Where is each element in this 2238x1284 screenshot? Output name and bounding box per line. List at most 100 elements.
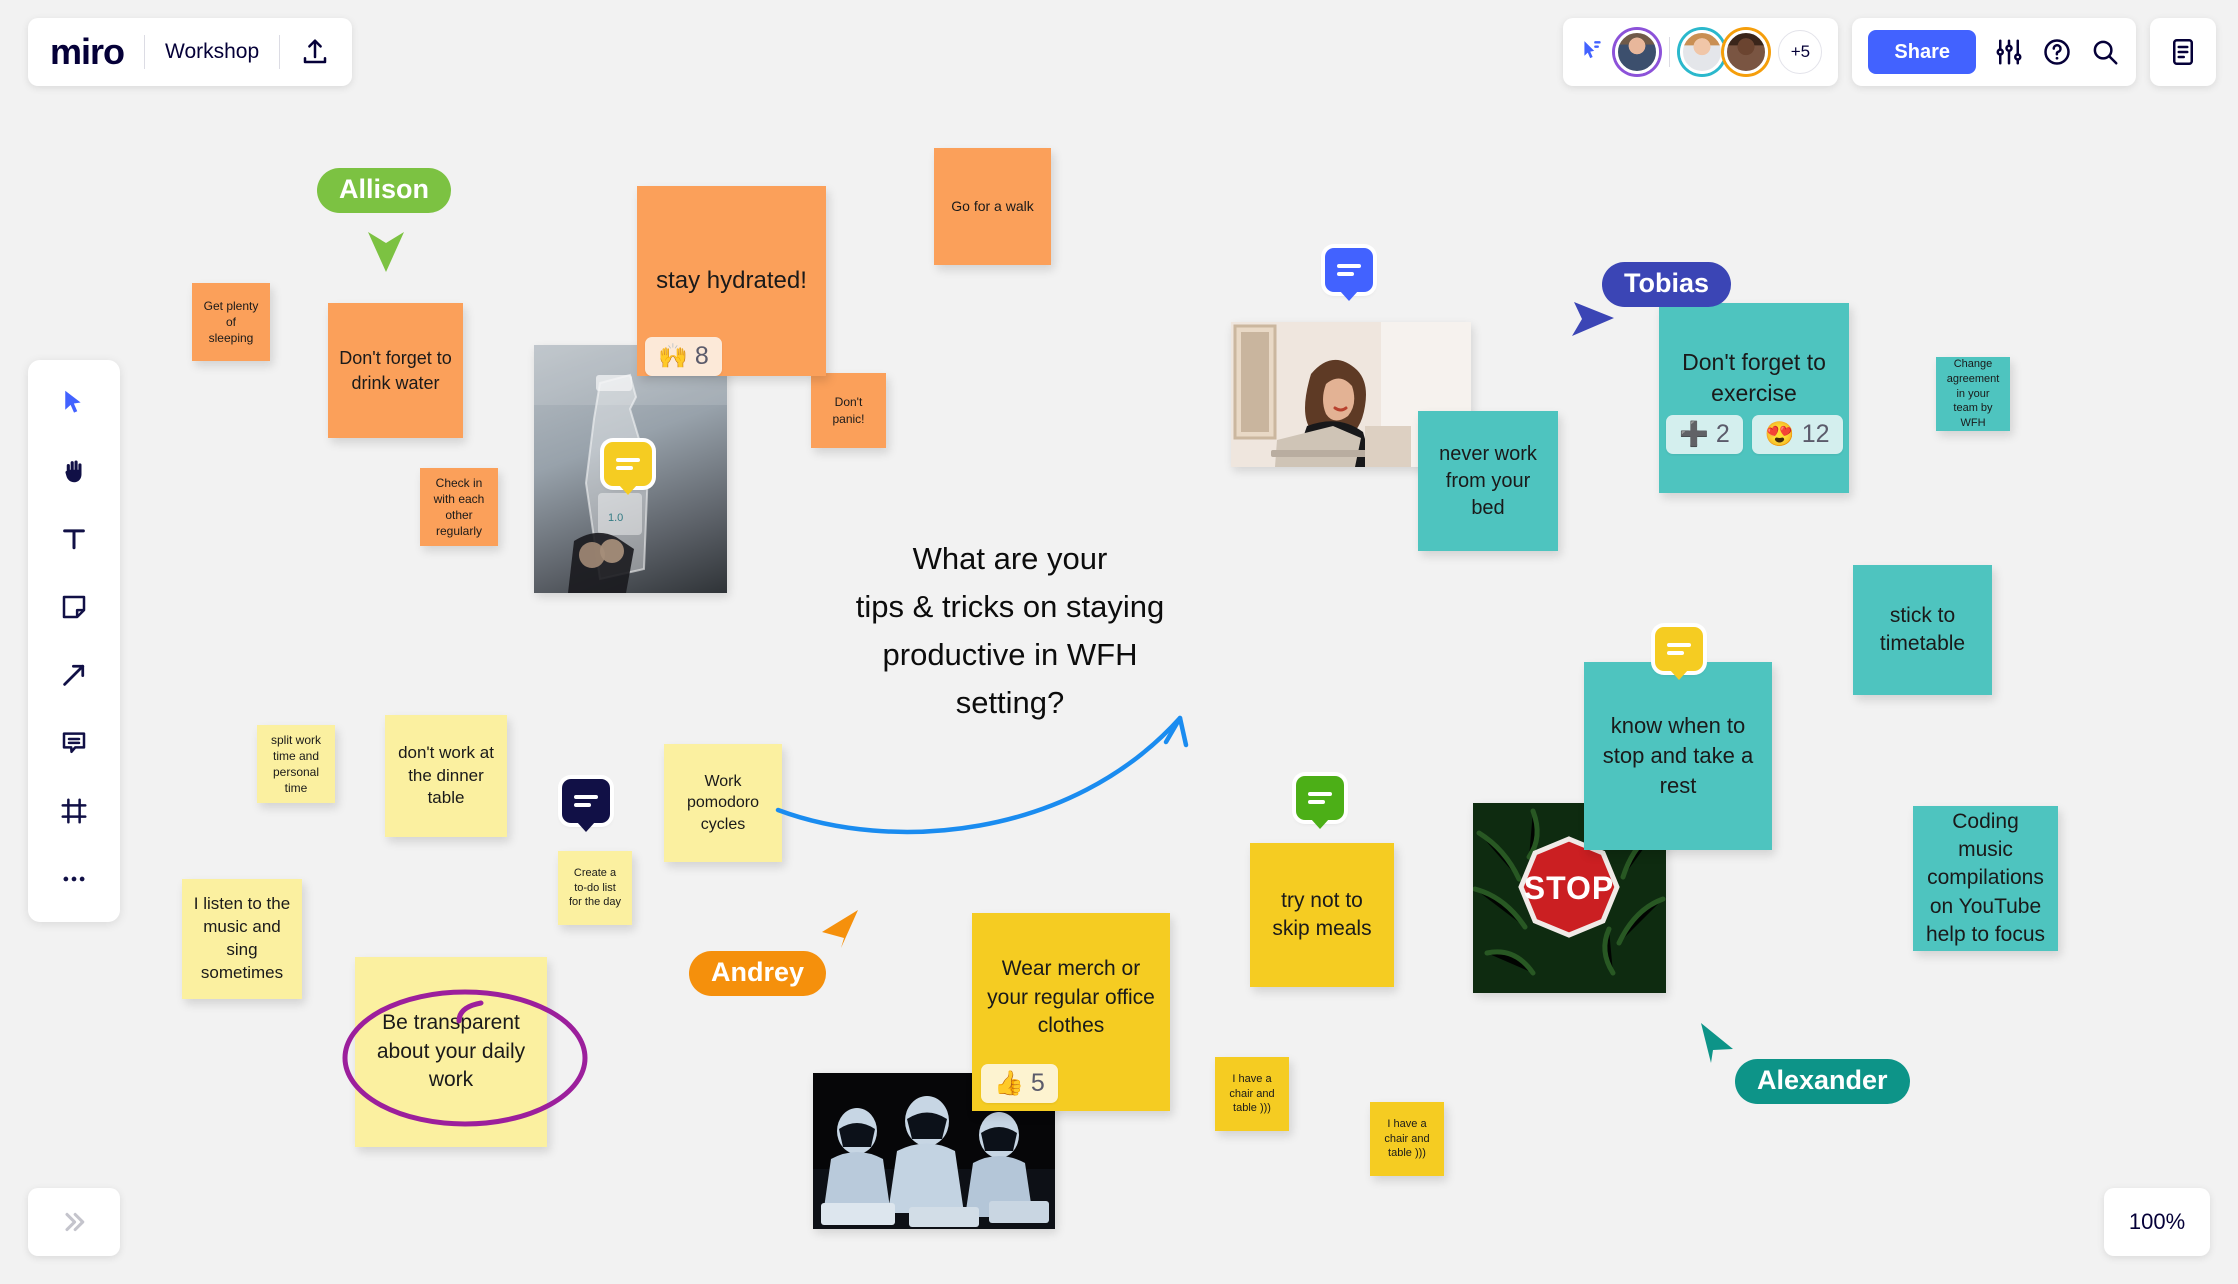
reaction-emoji: 😍 — [1764, 421, 1795, 448]
follow-cursor-icon[interactable] — [1579, 39, 1605, 65]
reaction-count: 5 — [1030, 1069, 1045, 1097]
sticky-note-text: Check in with each other regularly — [433, 475, 485, 539]
sticky-note-text: Don't forget to exercise — [1682, 348, 1826, 406]
collaborator-cursor-alexander — [1697, 1021, 1737, 1070]
collaborator-label-tobias: Tobias — [1602, 262, 1732, 307]
sticky-note-text: Don't panic! — [832, 395, 865, 426]
sticky-note[interactable]: Change agreement in your team by WFH — [1936, 357, 2010, 431]
sticky-note-text: Be transparent about your daily work — [376, 1011, 526, 1092]
more-tool[interactable] — [44, 852, 104, 906]
select-tool[interactable] — [44, 376, 104, 430]
board-title[interactable]: Workshop — [165, 40, 259, 64]
sticky-note[interactable]: stick to timetable — [1853, 565, 1992, 695]
svg-text:1.0: 1.0 — [608, 512, 623, 524]
board-header-bar: miro Workshop — [28, 18, 353, 86]
sticky-note[interactable]: Don't panic! — [811, 373, 886, 448]
sticky-note-tool[interactable] — [44, 580, 104, 634]
sticky-note-text: Coding music compilations on YouTube hel… — [1925, 809, 2046, 947]
reaction-chip[interactable]: 😍 12 — [1751, 415, 1843, 454]
collaborators-panel: +5 — [1563, 18, 1839, 86]
reaction-group: 👍 5 — [981, 1064, 1058, 1103]
sticky-note[interactable]: Don't forget to drink water — [328, 303, 463, 438]
upload-icon[interactable] — [300, 37, 330, 67]
collaborator-label-alexander: Alexander — [1735, 1059, 1910, 1104]
help-icon[interactable] — [2042, 37, 2072, 67]
text-tool[interactable] — [44, 512, 104, 566]
avatar-divider — [1669, 37, 1671, 67]
comment-icon — [616, 454, 640, 474]
sticky-note-text: I listen to the music and sing sometimes — [193, 894, 291, 982]
reaction-chip[interactable]: 👍 5 — [981, 1064, 1058, 1103]
header-divider-1 — [144, 35, 146, 69]
sticky-note-text: try not to skip meals — [1272, 888, 1372, 940]
sticky-note-text: stay hydrated! — [656, 266, 807, 294]
collaborator-cursor-andrey — [820, 908, 860, 955]
sticky-note[interactable]: don't work at the dinner table — [385, 715, 507, 837]
sticky-note[interactable]: Go for a walk — [934, 148, 1051, 265]
comment-pin[interactable] — [1325, 248, 1373, 301]
reaction-emoji: 👍 — [994, 1070, 1024, 1097]
sticky-note-text: Wear merch or your regular office clothe… — [987, 957, 1155, 1038]
sticky-note[interactable]: I have a chair and table ))) — [1370, 1102, 1444, 1176]
settings-sliders-icon[interactable] — [1994, 37, 2024, 67]
share-button[interactable]: Share — [1868, 30, 1976, 74]
sticky-note[interactable]: Be transparent about your daily work — [355, 957, 547, 1147]
svg-text:STOP: STOP — [1524, 870, 1615, 906]
expand-panel-button[interactable] — [28, 1188, 120, 1256]
sticky-note-text: Get plenty of sleeping — [203, 298, 259, 346]
reaction-group: ➕ 2 😍 12 — [1666, 415, 1843, 454]
question-line-4: setting? — [955, 685, 1065, 721]
comment-pin[interactable] — [604, 442, 652, 495]
reaction-chip[interactable]: 🙌 8 — [645, 337, 722, 376]
reaction-group: 🙌 8 — [645, 337, 722, 376]
notes-panel-icon[interactable] — [2168, 37, 2198, 67]
reaction-emoji: ➕ — [1679, 421, 1709, 448]
comment-icon — [1667, 639, 1691, 659]
sticky-note-text: split work time and personal time — [270, 732, 321, 796]
zoom-level-indicator[interactable]: 100% — [2104, 1188, 2210, 1256]
comment-pin[interactable] — [1296, 776, 1344, 829]
sticky-note-text: stick to timetable — [1879, 603, 1966, 655]
sticky-note-text: Go for a walk — [951, 198, 1034, 215]
comment-pin[interactable] — [1655, 627, 1703, 680]
sticky-note[interactable]: Create a to-do list for the day — [558, 851, 632, 925]
reaction-chip[interactable]: ➕ 2 — [1666, 415, 1743, 454]
notes-panel-button[interactable] — [2150, 18, 2216, 86]
sticky-note[interactable]: try not to skip meals — [1250, 843, 1394, 987]
comment-pin[interactable] — [562, 779, 610, 832]
actions-panel: Share — [1852, 18, 2136, 86]
sticky-note[interactable]: know when to stop and take a rest — [1584, 662, 1772, 850]
sticky-note[interactable]: I have a chair and table ))) — [1215, 1057, 1289, 1131]
reaction-count: 12 — [1801, 420, 1830, 448]
sticky-note[interactable]: split work time and personal time — [257, 725, 335, 803]
avatar[interactable] — [1680, 30, 1725, 74]
avatar[interactable] — [1615, 30, 1660, 74]
reaction-count: 2 — [1715, 420, 1730, 448]
avatar-overflow-count[interactable]: +5 — [1778, 30, 1823, 74]
sticky-note[interactable]: Coding music compilations on YouTube hel… — [1913, 806, 2058, 951]
sticky-note[interactable]: Check in with each other regularly — [420, 468, 498, 546]
hand-tool[interactable] — [44, 444, 104, 498]
sticky-note[interactable]: Work pomodoro cycles — [664, 744, 782, 862]
arrow-tool[interactable] — [44, 648, 104, 702]
sticky-note-text: Work pomodoro cycles — [686, 772, 760, 833]
search-icon[interactable] — [2090, 37, 2120, 67]
collaborator-cursor-tobias — [1570, 300, 1616, 347]
top-right-toolbar: +5 Share — [1563, 18, 2216, 86]
miro-logo[interactable]: miro — [50, 34, 125, 70]
sticky-note[interactable]: I listen to the music and sing sometimes — [182, 879, 302, 999]
sticky-note[interactable]: Get plenty of sleeping — [192, 283, 270, 361]
miro-canvas[interactable]: miro Workshop +5 Share 100% Allison Tobi… — [0, 0, 2238, 1284]
page-title: What are your tips & tricks on staying p… — [855, 535, 1165, 727]
comment-icon — [1308, 788, 1332, 808]
comment-icon — [574, 791, 598, 811]
frame-tool[interactable] — [44, 784, 104, 838]
comment-tool[interactable] — [44, 716, 104, 770]
sticky-note[interactable]: Don't forget to exercise — [1659, 303, 1849, 493]
question-line-1: What are your — [912, 541, 1108, 576]
collaborator-label-andrey: Andrey — [689, 951, 827, 996]
avatar[interactable] — [1724, 30, 1769, 74]
comment-icon — [1337, 260, 1361, 280]
sticky-note[interactable]: never work from your bed — [1418, 411, 1558, 551]
reaction-emoji: 🙌 — [658, 343, 688, 370]
